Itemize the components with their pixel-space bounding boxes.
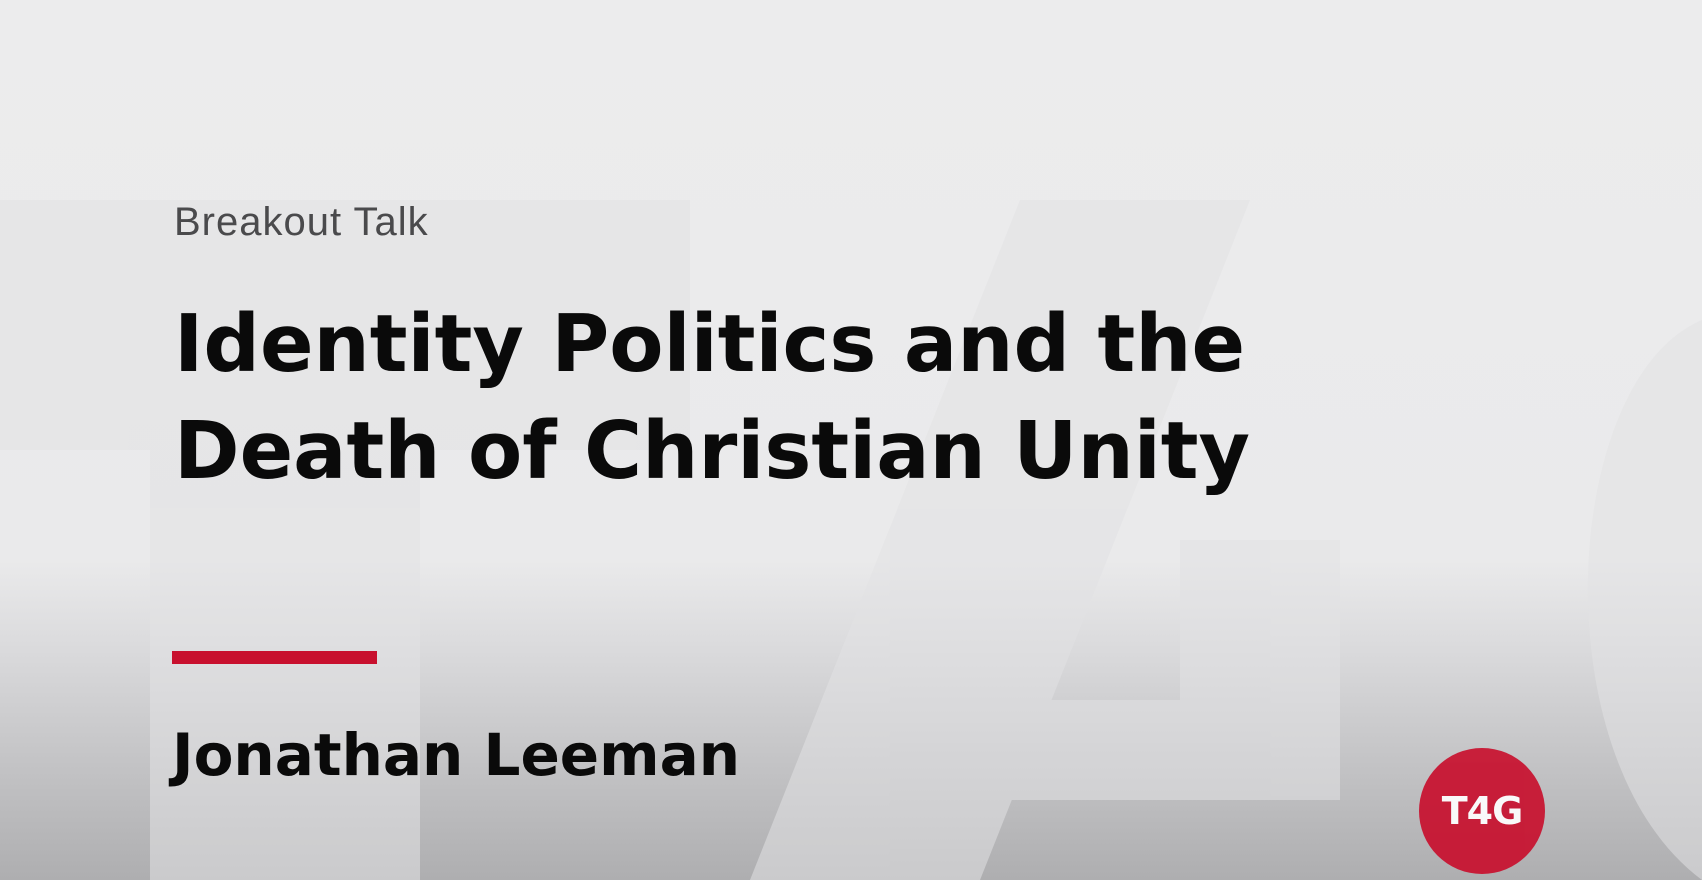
- talk-title-line-2: Death of Christian Unity: [174, 405, 1251, 497]
- talk-title-line-1: Identity Politics and the: [174, 298, 1246, 390]
- t4g-logo: T4G: [1419, 748, 1545, 874]
- talk-title: Identity Politics and the Death of Chris…: [174, 291, 1434, 505]
- talk-type-label: Breakout Talk: [174, 200, 429, 244]
- accent-divider: [172, 651, 377, 664]
- title-slide: Breakout Talk Identity Politics and the …: [0, 0, 1702, 880]
- speaker-name: Jonathan Leeman: [172, 721, 740, 789]
- logo-text: T4G: [1441, 789, 1524, 833]
